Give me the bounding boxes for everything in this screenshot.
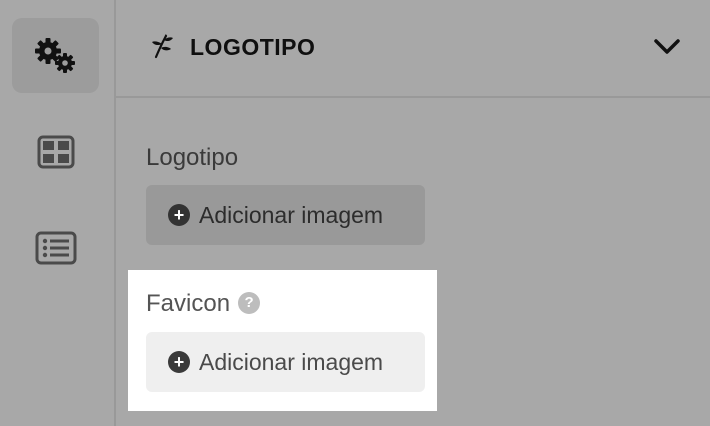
add-logo-image-label: Adicionar imagem: [199, 201, 384, 228]
sidebar: [0, 0, 116, 426]
help-icon[interactable]: ?: [238, 291, 261, 314]
settings-gears-icon: [34, 37, 75, 73]
add-logo-image-button[interactable]: + Adicionar imagem: [146, 185, 425, 245]
favicon-label-row: Favicon?: [146, 290, 261, 318]
sidebar-item-settings[interactable]: [12, 18, 99, 93]
sidebar-item-grid[interactable]: [12, 114, 99, 189]
section-header[interactable]: LOGOTIPO: [116, 0, 710, 98]
section-title: LOGOTIPO: [190, 34, 316, 60]
favicon-label: Favicon: [146, 290, 231, 317]
plus-circle-icon: +: [168, 351, 190, 373]
favicon-field-highlight: Favicon? + Adicionar imagem: [128, 270, 437, 411]
add-favicon-image-label: Adicionar imagem: [199, 348, 384, 375]
grid-icon: [37, 135, 74, 168]
logo-label: Logotipo: [146, 144, 239, 171]
chevron-down-icon[interactable]: [652, 37, 682, 57]
list-icon: [35, 231, 76, 264]
sidebar-item-list[interactable]: [12, 210, 99, 285]
add-favicon-image-button[interactable]: + Adicionar imagem: [146, 332, 425, 392]
leaf-icon: [152, 34, 173, 59]
plus-circle-icon: +: [168, 204, 190, 226]
